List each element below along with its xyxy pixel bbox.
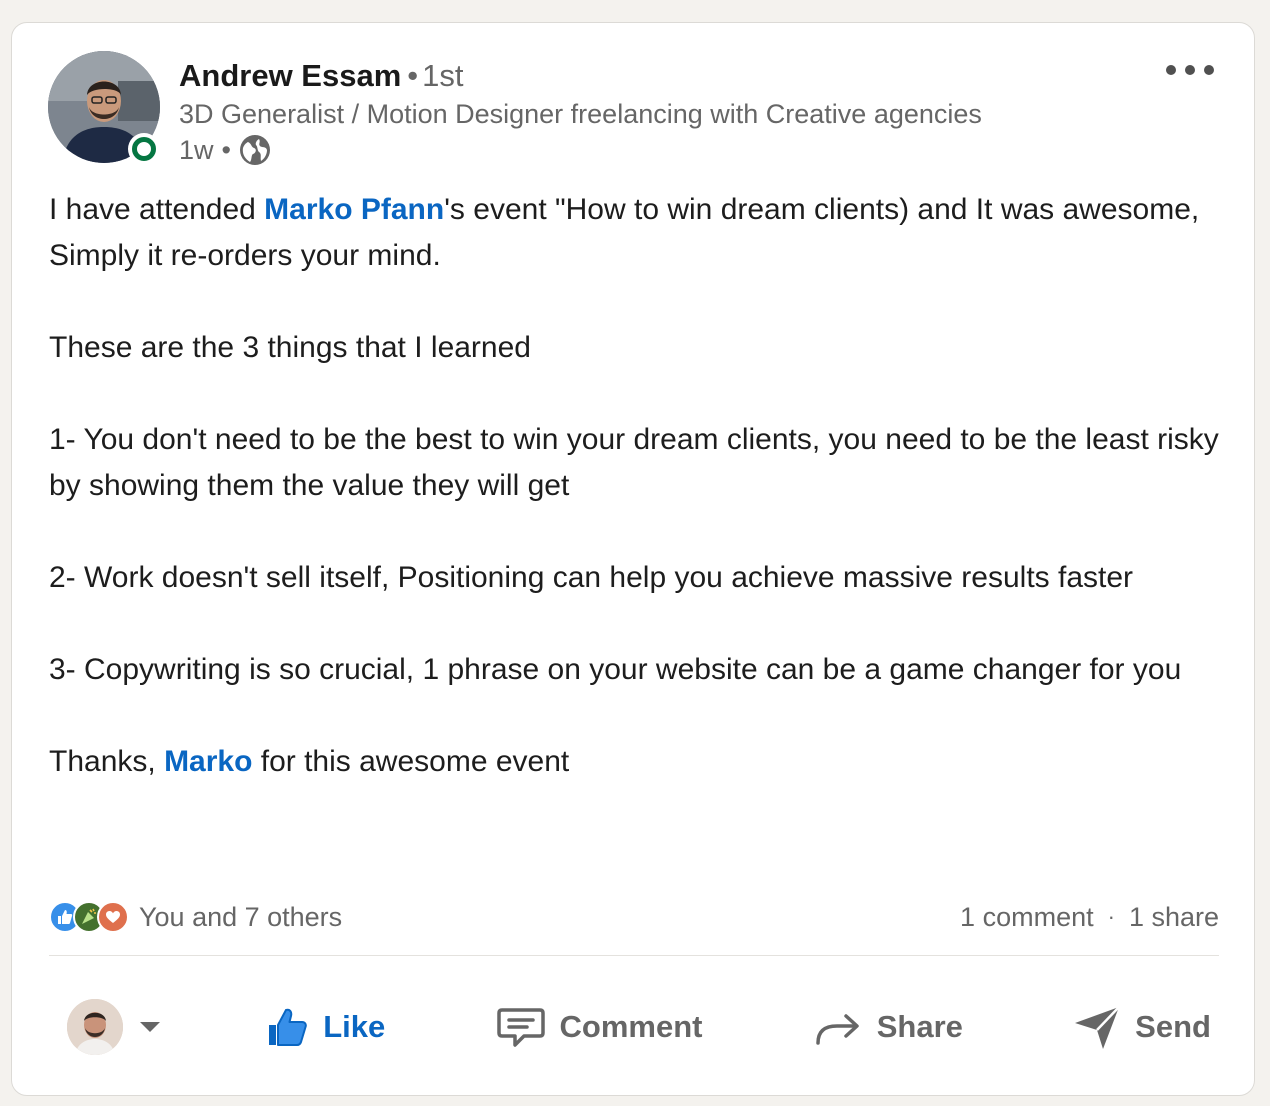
globe-icon [239,135,270,165]
connection-degree: 1st [422,58,464,93]
shares-count-link[interactable]: 1 share [1129,902,1219,933]
reactions-summary[interactable]: You and 7 others [49,901,342,933]
thumbs-up-icon [269,1008,308,1046]
meta-separator: • [221,135,231,165]
comments-count-link[interactable]: 1 comment [960,902,1094,933]
actor-switcher[interactable] [49,999,163,1055]
share-arrow-icon [815,1014,859,1045]
post-meta: 1w • [179,133,271,167]
post-paragraph: 2- Work doesn't sell itself, Positioning… [49,561,1134,594]
mention-link[interactable]: Marko [164,745,252,778]
post-card: Andrew Essam • 1st 3D Generalist / Motion … [11,22,1255,1096]
divider [49,955,1219,956]
send-button[interactable]: Send [1065,995,1219,1059]
post-text-segment: Thanks, [49,745,165,778]
action-bar: Like Comment Share Send [49,985,1219,1069]
online-status-icon [128,133,160,165]
post-paragraph: I have attended Marko Pfann's event "How… [49,187,1219,279]
send-label: Send [1135,1009,1211,1044]
reactions-count-text: You and 7 others [139,901,343,932]
love-reaction-icon [97,901,129,933]
reaction-icons [49,901,129,933]
degree-separator: • [407,58,419,93]
chevron-down-icon [140,1022,160,1032]
like-button[interactable]: Like [257,995,393,1059]
share-button[interactable]: Share [805,995,971,1059]
author-headline: 3D Generalist / Motion Designer freelanc… [179,99,982,129]
comment-button[interactable]: Comment [488,995,711,1059]
comment-icon [496,1008,545,1047]
comment-label: Comment [559,1009,703,1044]
mention-link[interactable]: Marko Pfann [264,193,444,226]
send-icon [1075,1006,1121,1049]
share-label: Share [876,1009,963,1044]
post-text: I have attended Marko Pfann's event "How… [49,187,1219,785]
author-avatar[interactable] [48,51,160,165]
like-label: Like [323,1009,386,1044]
post-text-segment: I have attended [49,193,265,226]
actor-avatar [67,999,123,1055]
counts-separator: · [1107,904,1115,929]
post-time: 1w [179,135,214,165]
author-name[interactable]: Andrew Essam [179,58,401,93]
post-paragraph: 1- You don't need to be the best to win … [49,423,1219,502]
more-options-icon[interactable] [1160,55,1220,85]
author-name-row: Andrew Essam • 1st [179,56,463,96]
engagement-counts: 1 comment · 1 share [960,902,1219,933]
social-counts: You and 7 others 1 comment · 1 share [49,897,1219,937]
post-text-segment: for this awesome event [252,745,570,778]
post-paragraph: These are the 3 things that I learned [49,331,531,364]
post-paragraph: 3- Copywriting is so crucial, 1 phrase o… [49,653,1182,686]
post-paragraph: Thanks, Marko for this awesome event [49,739,1219,785]
